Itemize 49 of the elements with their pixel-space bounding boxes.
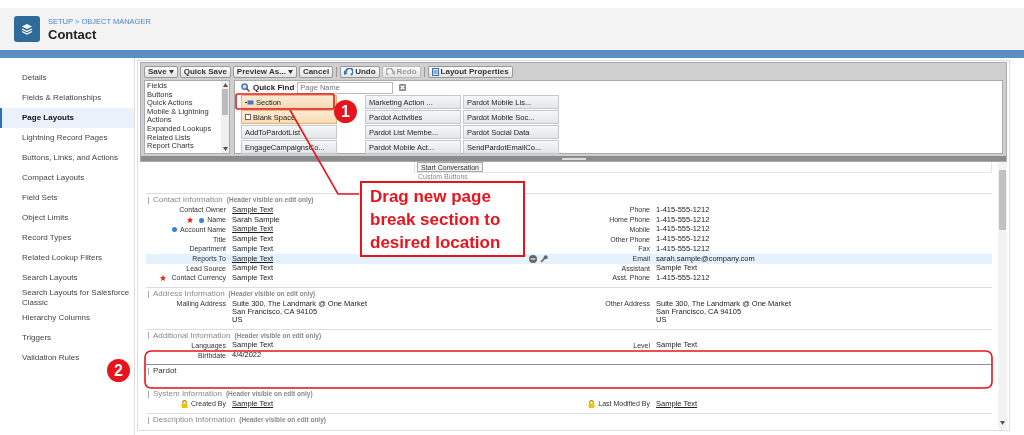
section-title[interactable]: Description Information — [153, 415, 236, 424]
sidebar-item[interactable]: Fields & Relationships — [0, 88, 134, 108]
wrench-icon[interactable] — [540, 254, 548, 263]
section-title[interactable]: Address Information — [153, 289, 225, 299]
blank-space-icon — [245, 114, 251, 120]
sidebar-item[interactable]: Details — [0, 68, 134, 88]
undo-icon — [344, 67, 354, 76]
sidebar-item[interactable]: Related Lookup Filters — [0, 248, 134, 268]
sidebar-item[interactable]: Field Sets — [0, 188, 134, 208]
sidebar-item[interactable]: Buttons, Links, and Actions — [0, 148, 134, 168]
remove-icon[interactable] — [529, 254, 537, 263]
step-badge: 2 — [107, 359, 130, 382]
sidebar-item[interactable]: Object Limits — [0, 208, 134, 228]
toolbar-button[interactable]: Save — [144, 65, 178, 78]
section-title[interactable]: Additional Information — [153, 330, 231, 340]
down-arrow-icon[interactable] — [222, 147, 228, 151]
caret-icon — [287, 69, 293, 74]
clear-icon[interactable] — [399, 84, 407, 91]
sidebar-item[interactable]: Compact Layouts — [0, 168, 134, 188]
search-icon — [241, 83, 250, 92]
up-arrow-icon[interactable] — [222, 83, 228, 87]
section-title[interactable]: Contact Information — [153, 195, 223, 205]
down-arrow-icon[interactable] — [1000, 421, 1005, 425]
toolbar-button[interactable]: Layout Properties — [427, 65, 513, 78]
sidebar-item[interactable]: Page Layouts — [0, 108, 134, 128]
scrollbar[interactable] — [998, 162, 1007, 429]
section-title[interactable]: Pardot — [153, 366, 177, 376]
sidebar-item[interactable]: Search Layouts for Salesforce Classic — [0, 288, 134, 308]
caret-icon — [168, 69, 174, 74]
toolbar-button[interactable]: Quick Save — [179, 65, 231, 78]
section-title[interactable]: System Information — [153, 389, 222, 399]
sidebar-item[interactable]: Record Types — [0, 228, 134, 248]
sidebar-item[interactable]: Search Layouts — [0, 268, 134, 288]
toolbar-button[interactable]: Cancel — [298, 65, 334, 78]
sidebar-item[interactable]: Lightning Record Pages — [0, 128, 134, 148]
sidebar-item[interactable]: Triggers — [0, 328, 134, 348]
toolbar-button[interactable]: Undo — [340, 65, 380, 78]
quick-find-label: Quick Find — [253, 83, 295, 92]
object-title: Contact — [48, 26, 98, 42]
instruction-callout: Drag new page break section to desired location — [360, 181, 525, 257]
scrollbar[interactable] — [221, 81, 229, 153]
properties-icon — [431, 67, 439, 76]
sidebar-item[interactable]: Hierarchy Columns — [0, 308, 134, 328]
redo-icon — [385, 67, 395, 76]
scrollbar-thumb[interactable] — [222, 89, 228, 115]
toolbar-button[interactable]: Preview As... — [232, 65, 297, 78]
section-icon — [245, 99, 254, 105]
scrollbar-thumb[interactable] — [999, 170, 1006, 230]
layers-icon — [14, 16, 40, 42]
